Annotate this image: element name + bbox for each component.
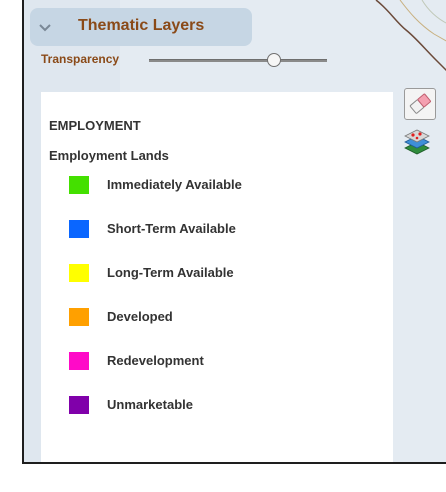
legend-group-title: EMPLOYMENT xyxy=(49,118,141,133)
chevron-down-icon[interactable] xyxy=(36,18,54,36)
eraser-icon xyxy=(409,93,431,114)
slider-track xyxy=(149,59,327,62)
panel-title: Thematic Layers xyxy=(78,17,205,34)
transparency-slider[interactable] xyxy=(149,50,327,70)
eraser-button[interactable] xyxy=(404,88,436,120)
legend-panel: EMPLOYMENT Employment Lands Immediately … xyxy=(41,92,393,462)
slider-thumb[interactable] xyxy=(267,53,281,67)
thematic-layers-window: Thematic Layers Transparency EMPLOYMENT … xyxy=(22,0,446,464)
legend-item-label: Immediately Available xyxy=(107,177,242,192)
legend-item-label: Redevelopment xyxy=(107,353,204,368)
legend-subgroup-title: Employment Lands xyxy=(49,148,169,163)
legend-item-label: Developed xyxy=(107,309,173,324)
layers-icon[interactable] xyxy=(399,128,435,158)
legend-item-label: Long-Term Available xyxy=(107,265,234,280)
legend-swatch xyxy=(69,352,89,370)
legend-swatch xyxy=(69,220,89,238)
transparency-label: Transparency xyxy=(41,52,120,66)
legend-swatch xyxy=(69,264,89,282)
legend-swatch xyxy=(69,396,89,414)
panel-header[interactable]: Thematic Layers xyxy=(30,8,252,46)
legend-item-label: Short-Term Available xyxy=(107,221,236,236)
legend-swatch xyxy=(69,308,89,326)
legend-item-label: Unmarketable xyxy=(107,397,193,412)
legend-swatch xyxy=(69,176,89,194)
